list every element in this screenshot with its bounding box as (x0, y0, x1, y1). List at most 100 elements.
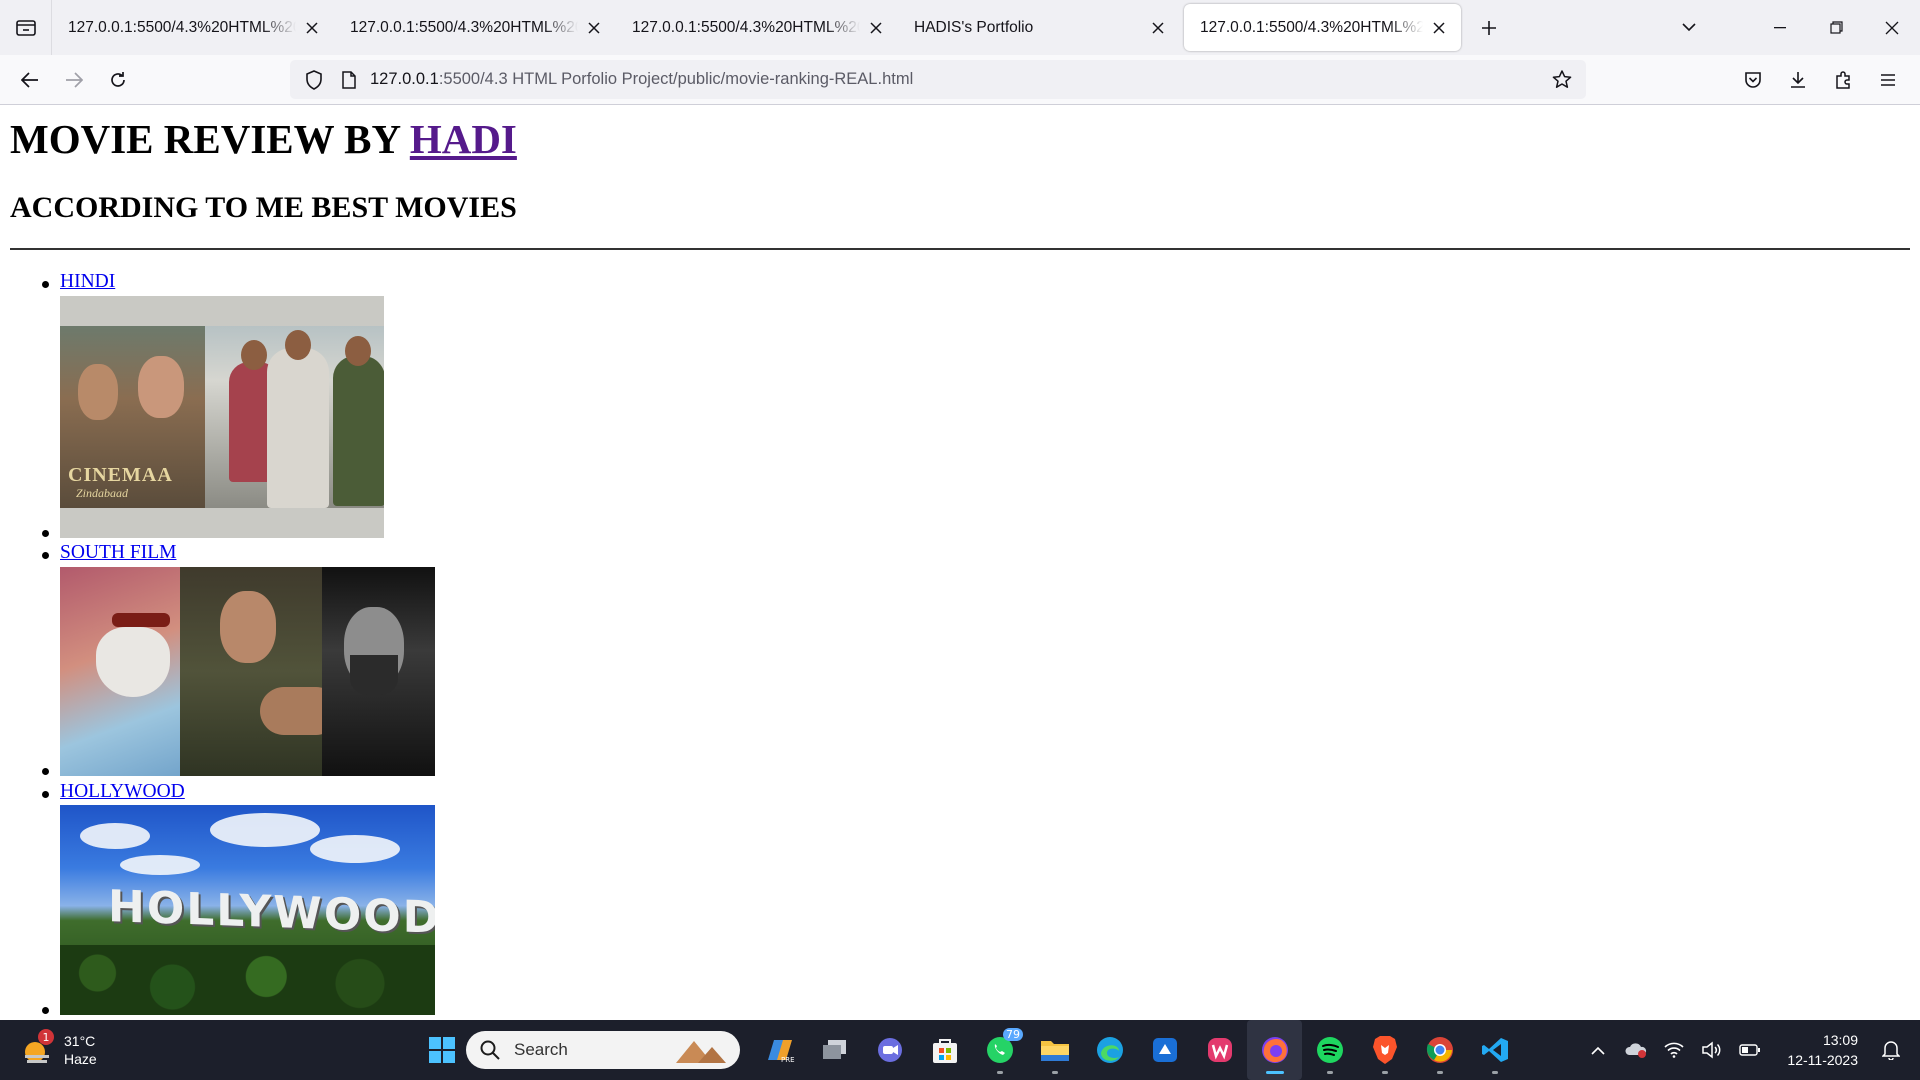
minimize-button[interactable] (1752, 0, 1808, 55)
whatsapp-icon[interactable]: 79 (972, 1020, 1027, 1080)
weather-badge: 1 (38, 1029, 54, 1045)
author-link[interactable]: HADI (410, 116, 517, 162)
chrome-icon[interactable] (1412, 1020, 1467, 1080)
weather-condition: Haze (64, 1051, 97, 1067)
chevron-up-icon[interactable] (1579, 1020, 1617, 1080)
divider (10, 248, 1910, 250)
tab[interactable]: 127.0.0.1:5500/4.3%20HTML%20Portfolio%20… (334, 4, 616, 51)
firefox-icon[interactable] (1247, 1020, 1302, 1080)
tab[interactable]: 127.0.0.1:5500/4.3%20HTML%20Portfolio%20… (52, 4, 334, 51)
wifi-icon[interactable] (1655, 1020, 1693, 1080)
all-tabs-button[interactable] (1666, 5, 1712, 51)
taskbar-apps (414, 1020, 469, 1080)
arrow-right-icon (66, 71, 83, 88)
chevron-down-icon (1682, 23, 1696, 32)
tab-strip: 127.0.0.1:5500/4.3%20HTML%20Portfolio%20… (0, 0, 1920, 55)
close-icon[interactable] (302, 18, 322, 38)
list-all-tabs-button[interactable] (0, 0, 52, 55)
category-link-hindi[interactable]: HINDI (60, 271, 115, 293)
category-link-south-film[interactable]: SOUTH FILM (60, 542, 176, 564)
minimize-icon (1774, 26, 1786, 28)
tab-active[interactable]: 127.0.0.1:5500/4.3%20HTML%20Portfolio%20… (1184, 4, 1461, 51)
tab-title: HADIS's Portfolio (914, 18, 1034, 36)
list-bullet (42, 791, 49, 798)
edge-icon[interactable] (1082, 1020, 1137, 1080)
copilot-icon[interactable]: PRE (752, 1020, 807, 1080)
close-icon[interactable] (584, 18, 604, 38)
list-bullet (42, 768, 49, 775)
close-icon[interactable] (866, 18, 886, 38)
search-icon (480, 1040, 500, 1060)
teams-meet-icon[interactable] (862, 1020, 917, 1080)
tab-title: 127.0.0.1:5500/4.3%20HTML%20Portfolio%20… (68, 18, 296, 36)
forward-button[interactable] (52, 58, 96, 102)
task-view-icon[interactable] (807, 1020, 862, 1080)
weather-sun-icon: 1 (22, 1029, 54, 1065)
svg-text:PRE: PRE (781, 1056, 795, 1064)
onedrive-error-icon[interactable] (1617, 1020, 1655, 1080)
tab[interactable]: HADIS's Portfolio (898, 4, 1180, 51)
plus-icon (1482, 20, 1496, 35)
clock[interactable]: 13:09 12-11-2023 (1787, 1030, 1858, 1070)
hindi-movie-poster: CINEMAA Zindabaad (60, 296, 384, 538)
page-title-text: MOVIE REVIEW BY (10, 116, 410, 162)
downloads-button[interactable] (1775, 58, 1820, 102)
toolbar-right (1730, 55, 1910, 105)
extensions-button[interactable] (1820, 58, 1865, 102)
category-link-hollywood[interactable]: HOLLYWOOD (60, 781, 185, 803)
url-text[interactable]: 127.0.0.1:5500/4.3 HTML Porfolio Project… (370, 70, 913, 89)
tab-list-icon (15, 19, 36, 36)
list-bullet (42, 530, 49, 537)
puzzle-icon (1835, 71, 1850, 89)
volume-icon[interactable] (1693, 1020, 1731, 1080)
vscode-icon[interactable] (1467, 1020, 1522, 1080)
page-subtitle: ACCORDING TO ME BEST MOVIES (10, 191, 517, 224)
restore-button[interactable] (1808, 0, 1864, 55)
tab-title: 127.0.0.1:5500/4.3%20HTML%20Portfolio%20… (350, 18, 578, 36)
file-explorer-icon[interactable] (1027, 1020, 1082, 1080)
reload-button[interactable] (96, 58, 140, 102)
url-bar[interactable]: 127.0.0.1:5500/4.3 HTML Porfolio Project… (290, 60, 1586, 99)
app-menu-button[interactable] (1865, 58, 1910, 102)
wps-office-icon[interactable] (1192, 1020, 1247, 1080)
search-highlight-pyramids-icon (676, 1041, 726, 1063)
notification-bell-icon[interactable] (1872, 1020, 1910, 1080)
download-icon (1790, 72, 1805, 88)
arrow-left-icon (21, 71, 38, 88)
pocket-button[interactable] (1730, 58, 1775, 102)
store-icon[interactable] (917, 1020, 972, 1080)
close-icon[interactable] (1429, 18, 1449, 38)
app-icon[interactable] (1137, 1020, 1192, 1080)
tabs: 127.0.0.1:5500/4.3%20HTML%20Portfolio%20… (52, 0, 1509, 55)
navigation-toolbar: 127.0.0.1:5500/4.3 HTML Porfolio Project… (0, 55, 1920, 105)
new-tab-button[interactable] (1469, 8, 1509, 48)
brave-icon[interactable] (1357, 1020, 1412, 1080)
close-icon (1885, 21, 1899, 34)
weather-temp: 31°C (64, 1033, 96, 1049)
clock-date: 12-11-2023 (1787, 1052, 1858, 1068)
spotify-icon[interactable] (1302, 1020, 1357, 1080)
close-window-button[interactable] (1864, 0, 1920, 55)
back-button[interactable] (8, 58, 52, 102)
tab-title: 127.0.0.1:5500/4.3%20HTML%20Portfolio%20… (632, 18, 860, 36)
url-host: 127.0.0.1 (370, 70, 439, 88)
restore-icon (1829, 21, 1843, 34)
clock-time: 13:09 (1822, 1032, 1858, 1048)
bookmark-star-icon[interactable] (1544, 60, 1580, 99)
tab[interactable]: 127.0.0.1:5500/4.3%20HTML%20Portfolio%20… (616, 4, 898, 51)
close-icon[interactable] (1148, 18, 1168, 38)
pocket-icon (1744, 71, 1761, 88)
whatsapp-badge: 79 (1003, 1028, 1023, 1041)
pinned-apps: PRE 79 (752, 1020, 1522, 1080)
taskbar-search[interactable]: Search (466, 1031, 740, 1069)
page-info-icon[interactable] (334, 70, 364, 89)
weather-widget[interactable]: 1 31°C Haze (22, 1020, 97, 1080)
battery-icon[interactable] (1731, 1020, 1769, 1080)
tracking-shield-icon[interactable] (294, 69, 334, 90)
page-title: MOVIE REVIEW BY HADI (10, 115, 517, 163)
south-film-poster (60, 567, 435, 776)
list-bullet (42, 281, 49, 288)
url-path: :5500/4.3 HTML Porfolio Project/public/m… (438, 70, 914, 88)
list-bullet (42, 1007, 49, 1014)
windows-start-icon[interactable] (414, 1020, 469, 1080)
